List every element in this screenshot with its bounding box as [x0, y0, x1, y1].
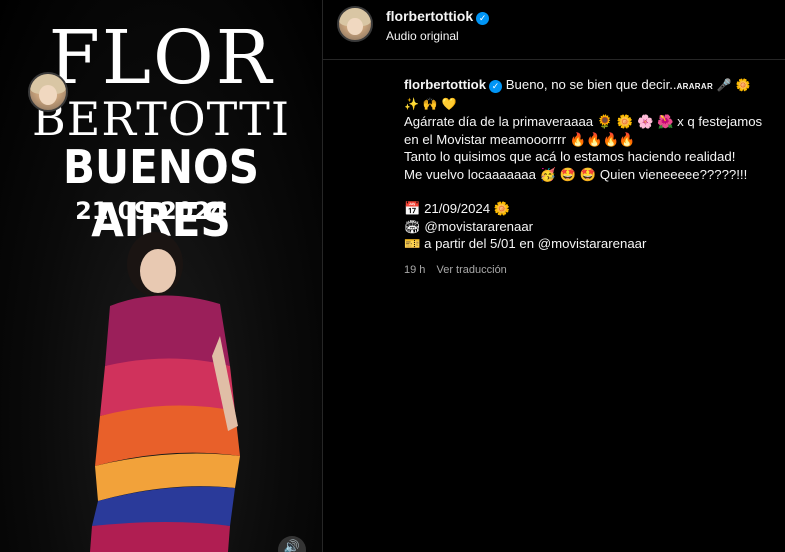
- caption-line-6: Me vuelvo locaaaaaaa 🥳 🤩 🤩 Quien vieneee…: [404, 166, 748, 182]
- audio-link[interactable]: Audio original: [386, 29, 459, 43]
- performer-image: [90, 232, 240, 552]
- header-username-link[interactable]: florbertottiok: [386, 8, 473, 24]
- caption-avatar[interactable]: [28, 72, 68, 112]
- caption-line-1: florbertottiok ✓ Bueno, no se bien que de…: [404, 76, 776, 96]
- poster-date: 21.09.2024: [75, 197, 227, 225]
- caption-tickets-line: 🎫 a partir del 5/01 en @movistararenaar: [404, 236, 647, 251]
- caption-line-3: Agárrate día de la primaveraaaa 🌻 🌼 🌸 🌺 …: [404, 114, 763, 129]
- caption-date-line: 📅 21/09/2024 🌼: [404, 201, 511, 216]
- verified-badge-icon: ✓: [489, 80, 503, 93]
- post-header: florbertottiok ✓ Audio original: [323, 0, 785, 60]
- header-username[interactable]: florbertottiok ✓: [386, 8, 490, 25]
- post-caption: florbertottiok ✓ Bueno, no se bien que de…: [404, 76, 776, 253]
- caption-meta: 19 h Ver traducción: [404, 264, 507, 276]
- speaker-icon: 🔊: [283, 539, 301, 552]
- caption-line-5: Tanto lo quisimos que acá lo estamos hac…: [404, 149, 736, 164]
- time-ago: 19 h: [404, 264, 426, 276]
- caption-small-text: ARARAR: [676, 82, 714, 91]
- verified-badge-icon: ✓: [476, 12, 490, 25]
- caption-username[interactable]: florbertottiok: [404, 77, 486, 92]
- mute-button[interactable]: 🔊: [278, 536, 306, 552]
- panel-divider: [322, 0, 323, 552]
- caption-text-1: Bueno, no se bien que decir..: [505, 77, 677, 92]
- caption-line-4: en el Movistar meamooorrrr 🔥🔥🔥🔥: [404, 131, 636, 147]
- caption-emojis-1: 🎤 🌼: [716, 78, 751, 92]
- see-translation-button[interactable]: Ver traducción: [436, 264, 506, 276]
- caption-venue-line: 🏟 @movistararenaar: [404, 218, 534, 234]
- header-avatar[interactable]: [337, 6, 373, 42]
- caption-line-2: ✨ 🙌 💛: [404, 96, 457, 111]
